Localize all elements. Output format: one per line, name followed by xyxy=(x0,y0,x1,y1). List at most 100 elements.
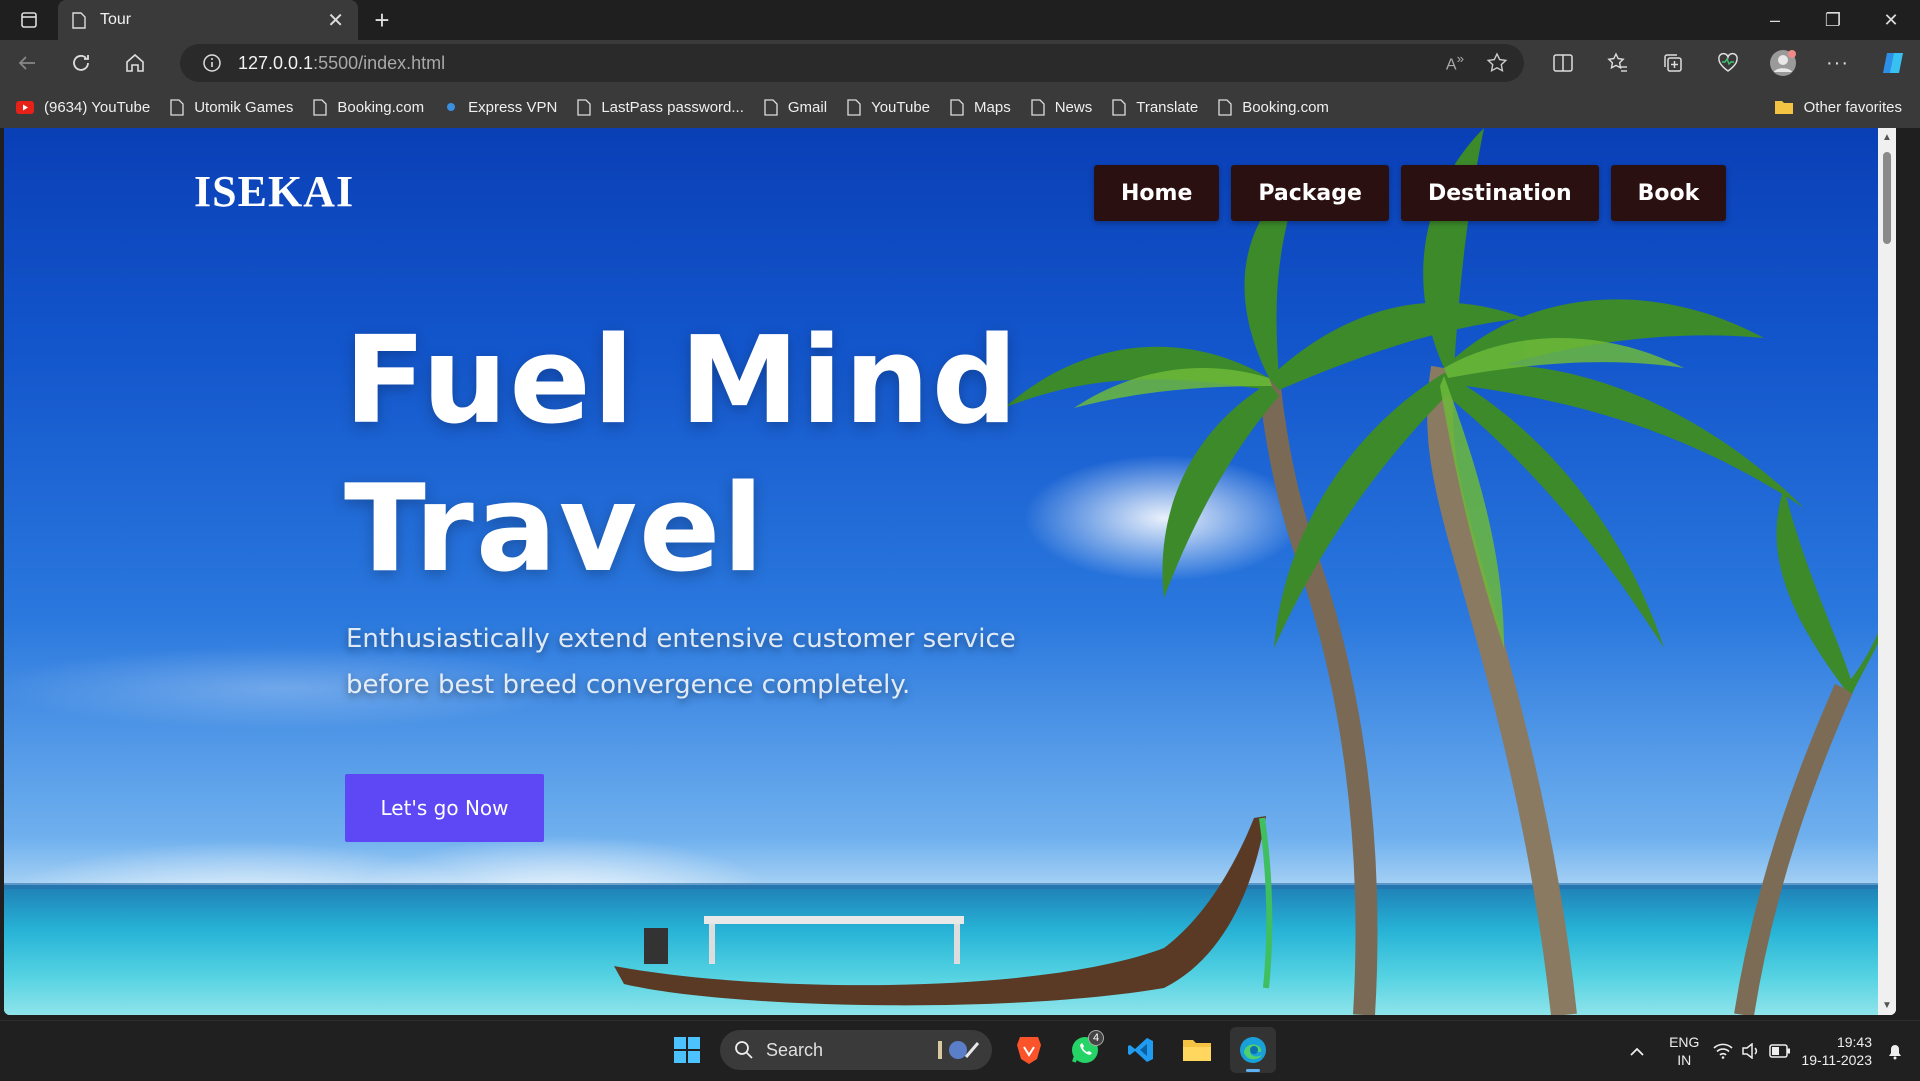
taskbar-center: Search 4 xyxy=(664,1027,1276,1073)
system-tray: ENG IN 19:43 19-11-2023 xyxy=(1629,1021,1920,1081)
copilot-button[interactable] xyxy=(1865,40,1920,86)
hero-subtitle: Enthusiastically extend entensive custom… xyxy=(346,624,1016,700)
language-indicator[interactable]: ENG IN xyxy=(1669,1033,1699,1069)
favorite-star-icon[interactable] xyxy=(1486,52,1508,74)
bookmark-item[interactable]: Booking.com xyxy=(1218,99,1329,116)
vscode-icon xyxy=(1128,1038,1153,1062)
settings-menu-button[interactable]: ··· xyxy=(1810,40,1865,86)
scroll-down-arrow-icon[interactable]: ▼ xyxy=(1882,1000,1892,1011)
page-icon xyxy=(1031,98,1045,116)
search-label: Search xyxy=(766,1039,824,1060)
edge-icon xyxy=(1240,1037,1266,1063)
search-highlight-icon xyxy=(938,1041,980,1059)
page-icon xyxy=(1218,98,1232,116)
nav-destination-button[interactable]: Destination xyxy=(1400,165,1599,221)
windows-taskbar: Search 4 ENG IN 19:43 19-11-2023 xyxy=(0,1020,1920,1080)
hero-title-line-1: Fuel Mind xyxy=(344,312,1020,451)
site-nav: Home Package Destination Book xyxy=(1094,165,1727,221)
browser-tab-strip: Tour ✕ + – ❐ ✕ xyxy=(0,0,1920,40)
read-aloud-icon[interactable]: A» xyxy=(1446,51,1464,74)
page-viewport: ISEKAI Home Package Destination Book Fue… xyxy=(4,128,1896,1015)
tab-actions-button[interactable] xyxy=(0,0,58,40)
split-screen-button[interactable] xyxy=(1535,40,1590,86)
close-window-button[interactable]: ✕ xyxy=(1862,0,1920,40)
battery-icon[interactable] xyxy=(1769,1044,1791,1058)
file-explorer-app[interactable] xyxy=(1174,1027,1220,1073)
home-icon xyxy=(126,53,144,72)
page-icon xyxy=(170,98,184,116)
favorites-button[interactable] xyxy=(1590,40,1645,86)
start-button[interactable] xyxy=(664,1027,710,1073)
folder-icon xyxy=(1774,101,1793,114)
avatar-icon xyxy=(1769,50,1796,76)
window-controls: – ❐ ✕ xyxy=(1746,0,1920,40)
clock-time: 19:43 xyxy=(1836,1034,1872,1050)
vscode-app[interactable] xyxy=(1118,1027,1164,1073)
nav-home-button[interactable]: Home xyxy=(1094,165,1220,221)
volume-icon[interactable] xyxy=(1741,1043,1761,1059)
bookmark-item[interactable]: Utomik Games xyxy=(170,99,293,116)
whatsapp-app[interactable]: 4 xyxy=(1062,1027,1108,1073)
bookmark-item[interactable]: (9634) YouTube xyxy=(16,99,150,116)
brave-lion-icon xyxy=(1017,1037,1041,1064)
browser-toolbar: 127.0.0.1:5500/index.html A» ··· xyxy=(0,40,1920,86)
bookmark-item[interactable]: LastPass password... xyxy=(577,99,744,116)
back-arrow-icon xyxy=(18,56,35,70)
wifi-icon[interactable] xyxy=(1713,1043,1733,1059)
browser-essentials-button[interactable] xyxy=(1700,40,1755,86)
bookmark-item[interactable]: News xyxy=(1031,98,1092,116)
bookmark-item[interactable]: Booking.com xyxy=(313,99,424,116)
clock[interactable]: 19:43 19-11-2023 xyxy=(1801,1033,1872,1069)
site-info-icon[interactable] xyxy=(202,53,222,73)
favorites-list-icon xyxy=(1606,52,1627,72)
scrollbar-thumb[interactable] xyxy=(1883,152,1891,244)
folder-icon xyxy=(1183,1040,1211,1061)
vpn-icon xyxy=(447,103,456,111)
profile-button[interactable] xyxy=(1755,40,1810,86)
refresh-icon xyxy=(73,55,89,71)
back-button[interactable] xyxy=(0,40,54,86)
scroll-up-arrow-icon[interactable]: ▲ xyxy=(1882,132,1892,143)
page-icon xyxy=(764,98,778,116)
restore-button[interactable]: ❐ xyxy=(1804,0,1862,40)
lets-go-now-button[interactable]: Let's go Now xyxy=(345,774,544,842)
other-favorites[interactable]: Other favorites xyxy=(1774,86,1902,128)
hero-title: Fuel Mind Travel xyxy=(344,308,1020,604)
page-icon xyxy=(577,98,591,116)
refresh-button[interactable] xyxy=(54,40,108,86)
hero-title-line-2: Travel xyxy=(344,460,766,599)
collections-button[interactable] xyxy=(1645,40,1700,86)
url-text[interactable]: 127.0.0.1:5500/index.html xyxy=(238,53,445,74)
bookmark-item[interactable]: YouTube xyxy=(847,99,930,116)
tab-actions-icon xyxy=(21,12,37,28)
bookmarks-bar: (9634) YouTube Utomik Games Booking.com … xyxy=(0,86,1920,128)
bookmark-item[interactable]: Express VPN xyxy=(444,99,557,116)
taskbar-search[interactable]: Search xyxy=(720,1030,992,1070)
page-icon xyxy=(847,98,861,116)
page-icon xyxy=(1112,98,1126,116)
browser-tab[interactable]: Tour ✕ xyxy=(58,0,358,40)
tab-title: Tour xyxy=(100,11,132,28)
bookmark-item[interactable]: Maps xyxy=(950,99,1011,116)
new-tab-button[interactable]: + xyxy=(368,5,396,35)
windows-logo-icon xyxy=(674,1037,700,1063)
minimize-button[interactable]: – xyxy=(1746,0,1804,40)
site-logo[interactable]: ISEKAI xyxy=(194,166,354,217)
brave-app[interactable] xyxy=(1006,1027,1052,1073)
collections-icon xyxy=(1663,54,1682,72)
close-tab-icon[interactable]: ✕ xyxy=(327,8,344,33)
home-button[interactable] xyxy=(108,40,162,86)
heart-pulse-icon xyxy=(1717,52,1738,72)
page-scrollbar[interactable]: ▲ ▼ xyxy=(1878,128,1896,1015)
page-icon xyxy=(72,11,86,29)
nav-package-button[interactable]: Package xyxy=(1231,165,1389,221)
edge-app[interactable] xyxy=(1230,1027,1276,1073)
chevron-up-icon[interactable] xyxy=(1629,1045,1645,1057)
search-icon xyxy=(735,1041,753,1059)
bookmark-item[interactable]: Gmail xyxy=(764,99,827,116)
address-bar[interactable]: 127.0.0.1:5500/index.html A» xyxy=(180,44,1524,82)
notification-bell-icon[interactable] xyxy=(1886,1042,1904,1060)
bookmark-item[interactable]: Translate xyxy=(1112,99,1198,116)
toolbar-right: ··· xyxy=(1535,40,1920,86)
nav-book-button[interactable]: Book xyxy=(1610,165,1727,221)
